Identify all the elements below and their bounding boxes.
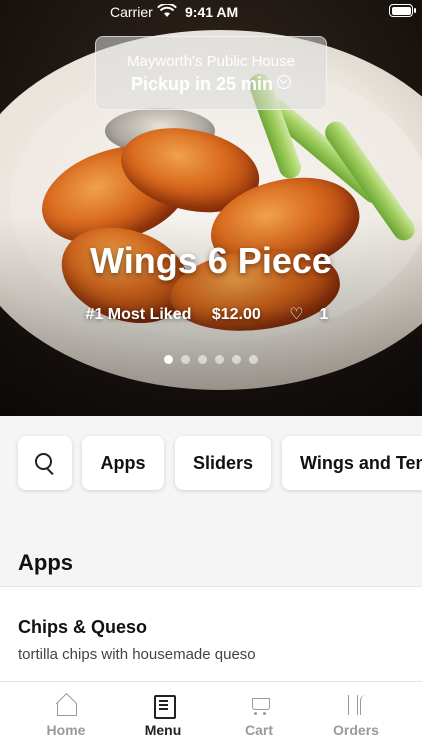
pickup-time: Pickup in 25 min bbox=[96, 74, 326, 95]
search-icon bbox=[35, 453, 55, 473]
search-button[interactable] bbox=[18, 436, 72, 490]
orders-icon bbox=[344, 694, 368, 716]
battery-icon bbox=[389, 4, 416, 17]
featured-price: $12.00 bbox=[211, 306, 261, 323]
tab-home[interactable]: Home bbox=[18, 682, 114, 750]
like-count[interactable]: ♡ 1 bbox=[281, 306, 336, 323]
list-item[interactable]: Chips & Queso tortilla chips with housem… bbox=[0, 586, 422, 686]
tab-bar: Home Menu Cart Orders bbox=[0, 681, 422, 750]
tab-cart-label: Cart bbox=[244, 722, 273, 738]
featured-item-meta: #1 Most Liked $12.00 ♡ 1 bbox=[0, 304, 422, 324]
pickup-time-label: Pickup in 25 min bbox=[130, 74, 274, 94]
home-icon bbox=[54, 694, 78, 716]
carrier-label: Carrier bbox=[110, 4, 153, 20]
featured-item-title: Wings 6 Piece bbox=[90, 240, 332, 281]
section-title: Apps bbox=[18, 550, 73, 575]
carousel-page-indicator[interactable] bbox=[0, 351, 422, 369]
carousel-dot[interactable] bbox=[249, 355, 258, 364]
tab-menu[interactable]: Menu bbox=[115, 682, 211, 750]
location-selector[interactable]: Mayworth's Public House Pickup in 25 min bbox=[95, 36, 327, 110]
category-chip-wings-and-tenders[interactable]: Wings and Tenders bbox=[282, 436, 422, 490]
carousel-dot[interactable] bbox=[232, 355, 241, 364]
category-chip-sliders[interactable]: Sliders bbox=[175, 436, 271, 490]
status-bar: Carrier 9:41 AM bbox=[0, 0, 422, 24]
like-count-value: 1 bbox=[319, 306, 329, 323]
carousel-dot[interactable] bbox=[198, 355, 207, 364]
category-chip-apps[interactable]: Apps bbox=[82, 436, 164, 490]
restaurant-name: Mayworth's Public House bbox=[127, 53, 295, 70]
tab-menu-label: Menu bbox=[144, 722, 182, 738]
menu-book-icon bbox=[151, 694, 176, 719]
tab-orders[interactable]: Orders bbox=[308, 682, 404, 750]
status-time: 9:41 AM bbox=[185, 4, 239, 20]
featured-hero-image[interactable]: Carrier 9:41 AM Mayworth's Public House … bbox=[0, 0, 422, 416]
tab-cart[interactable]: Cart bbox=[211, 682, 307, 750]
tab-home-label: Home bbox=[46, 722, 86, 738]
chevron-down-icon bbox=[277, 75, 292, 89]
heart-icon: ♡ bbox=[289, 306, 304, 323]
most-liked-badge: #1 Most Liked bbox=[85, 306, 192, 323]
tab-orders-label: Orders bbox=[333, 722, 379, 738]
category-bar: Apps Sliders Wings and Tenders bbox=[0, 416, 422, 516]
carousel-dot[interactable] bbox=[181, 355, 190, 364]
item-description: tortilla chips with housemade queso bbox=[18, 646, 256, 663]
cart-icon bbox=[247, 694, 271, 716]
carousel-dot[interactable] bbox=[215, 355, 224, 364]
wifi-icon bbox=[157, 2, 177, 21]
item-name: Chips & Queso bbox=[18, 617, 148, 637]
carousel-dot[interactable] bbox=[164, 355, 173, 364]
